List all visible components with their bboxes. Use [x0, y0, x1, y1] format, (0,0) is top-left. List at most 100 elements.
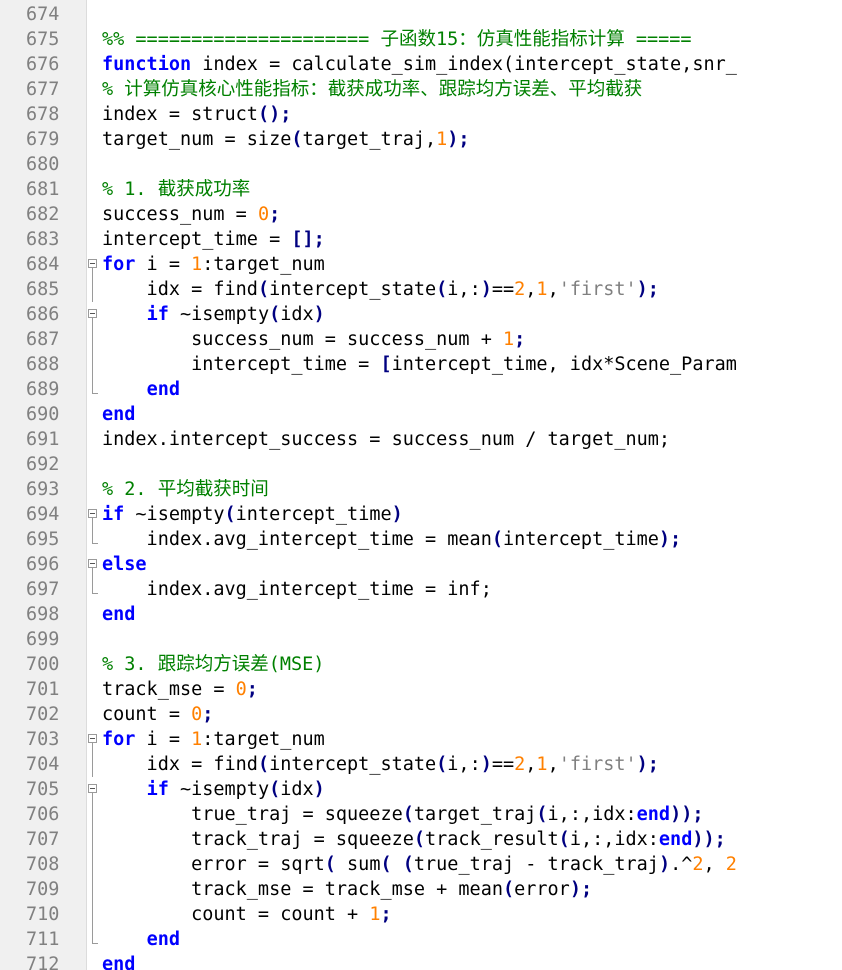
code-line[interactable]: 674 — [0, 2, 842, 27]
line-number: 677 — [26, 79, 60, 100]
fold-collapse-icon[interactable] — [86, 252, 100, 277]
code-line[interactable]: 695 index.avg_intercept_time = mean(inte… — [0, 527, 842, 552]
comment-token: % 计算仿真核心性能指标：截获成功率、跟踪均方误差、平均截获 — [102, 79, 643, 100]
line-number: 678 — [26, 104, 60, 125]
code-text: track_traj = squeeze(track_result(i,:,id… — [102, 827, 726, 852]
identifier-token: track_result — [425, 829, 559, 850]
operator-token: ) — [658, 854, 671, 875]
line-number: 698 — [26, 604, 60, 625]
code-line[interactable]: 682 success_num = 0; — [0, 202, 842, 227]
number-token: 1 — [502, 329, 515, 350]
code-text: success_num = 0; — [102, 202, 280, 227]
line-number: 712 — [26, 954, 60, 970]
code-line[interactable]: 703 for i = 1:target_num — [0, 727, 842, 752]
line-number: 703 — [26, 729, 60, 750]
line-number: 699 — [26, 629, 60, 650]
identifier-token — [102, 379, 147, 400]
line-number: 675 — [26, 29, 60, 50]
code-line[interactable]: 683 intercept_time = []; — [0, 227, 842, 252]
code-line[interactable]: 681 % 1. 截获成功率 — [0, 177, 842, 202]
code-line[interactable]: 711 end — [0, 927, 842, 952]
fold-guide-line — [86, 327, 100, 352]
code-line[interactable]: 704 idx = find(intercept_state(i,:)==2,1… — [0, 752, 842, 777]
fold-collapse-icon[interactable] — [86, 302, 100, 327]
code-line[interactable]: 687 success_num = success_num + 1; — [0, 327, 842, 352]
code-line[interactable]: 678 index = struct(); — [0, 102, 842, 127]
code-text: end — [102, 402, 135, 427]
code-line[interactable]: 701 track_mse = 0; — [0, 677, 842, 702]
code-line[interactable]: 698 end — [0, 602, 842, 627]
identifier-token: true_traj = squeeze — [102, 804, 403, 825]
operator-token: ) — [313, 779, 325, 800]
code-line[interactable]: 676 function index = calculate_sim_index(… — [0, 52, 842, 77]
line-number: 704 — [26, 754, 60, 775]
code-line[interactable]: 710 count = count + 1; — [0, 902, 842, 927]
fold-collapse-icon[interactable] — [86, 727, 100, 752]
identifier-token: track_traj = squeeze — [102, 829, 414, 850]
number-token: 2 — [692, 854, 704, 875]
line-number: 701 — [26, 679, 60, 700]
operator-token: ( — [558, 829, 570, 850]
code-text: for i = 1:target_num — [102, 252, 325, 277]
comment-token: %% ===================== 子函数15：仿真性能指标计算 … — [102, 29, 692, 50]
code-line[interactable]: 699 — [0, 627, 842, 652]
code-line[interactable]: 693 % 2. 平均截获时间 — [0, 477, 842, 502]
code-text: %% ===================== 子函数15：仿真性能指标计算 … — [102, 27, 692, 52]
keyword-token: end — [636, 804, 671, 825]
number-token: 1 — [436, 129, 448, 150]
identifier-token: , — [703, 854, 726, 875]
line-number: 709 — [26, 879, 60, 900]
line-number: 687 — [26, 329, 60, 350]
code-line[interactable]: 684 for i = 1:target_num — [0, 252, 842, 277]
code-editor[interactable]: 674 675 %% ===================== 子函数15：仿真性… — [0, 0, 842, 970]
code-line[interactable]: 690 end — [0, 402, 842, 427]
keyword-token: if — [146, 304, 169, 325]
operator-token: ( — [413, 829, 426, 850]
number-token: 1 — [191, 254, 203, 275]
operator-token: [ — [380, 354, 392, 375]
code-line[interactable]: 709 track_mse = track_mse + mean(error); — [0, 877, 842, 902]
identifier-token: track_mse = track_mse + mean — [102, 879, 503, 900]
code-text: error = sqrt( sum( (true_traj - track_tr… — [102, 852, 737, 877]
identifier-token: ~isempty — [168, 304, 270, 325]
keyword-token: end — [146, 379, 180, 400]
fold-collapse-icon[interactable] — [86, 777, 100, 802]
code-line[interactable]: 694 if ~isempty(intercept_time) — [0, 502, 842, 527]
code-line[interactable]: 702 count = 0; — [0, 702, 842, 727]
identifier-token — [102, 304, 147, 325]
code-line[interactable]: 685 idx = find(intercept_state(i,:)==2,1… — [0, 277, 842, 302]
code-line[interactable]: 708 error = sqrt( sum( (true_traj - trac… — [0, 852, 842, 877]
code-line[interactable]: 675 %% ===================== 子函数15：仿真性能指标… — [0, 27, 842, 52]
identifier-token: idx = find — [102, 754, 258, 775]
fold-collapse-icon[interactable] — [86, 552, 100, 577]
code-line[interactable]: 679 target_num = size(target_traj,1); — [0, 127, 842, 152]
code-text: % 1. 截获成功率 — [102, 177, 250, 202]
line-number: 696 — [26, 554, 60, 575]
code-line[interactable]: 692 — [0, 452, 842, 477]
code-line[interactable]: 696 else — [0, 552, 842, 577]
identifier-token: ~isempty — [168, 779, 270, 800]
code-line[interactable]: 686 if ~isempty(idx) — [0, 302, 842, 327]
code-line[interactable]: 680 — [0, 152, 842, 177]
line-number: 706 — [26, 804, 60, 825]
code-line[interactable]: 677 % 计算仿真核心性能指标：截获成功率、跟踪均方误差、平均截获 — [0, 77, 842, 102]
code-text: if ~isempty(idx) — [102, 302, 325, 327]
number-token: 0 — [257, 204, 270, 225]
code-line[interactable]: 707 track_traj = squeeze(track_result(i,… — [0, 827, 842, 852]
code-line[interactable]: 705 if ~isempty(idx) — [0, 777, 842, 802]
line-number: 700 — [26, 654, 60, 675]
code-line[interactable]: 691 index.intercept_success = success_num… — [0, 427, 842, 452]
code-line[interactable]: 712 end — [0, 952, 842, 970]
code-line[interactable]: 689 end — [0, 377, 842, 402]
identifier-token: success_num = — [102, 204, 258, 225]
number-token: 2 — [514, 279, 526, 300]
operator-token: ; — [269, 204, 281, 225]
identifier-token: i = — [135, 254, 192, 275]
code-line[interactable]: 697 index.avg_intercept_time = inf; — [0, 577, 842, 602]
code-line[interactable]: 688 intercept_time = [intercept_time, id… — [0, 352, 842, 377]
line-number: 684 — [26, 254, 60, 275]
line-number: 711 — [26, 929, 60, 950]
code-line[interactable]: 700 % 3. 跟踪均方误差(MSE) — [0, 652, 842, 677]
code-line[interactable]: 706 true_traj = squeeze(target_traj(i,:,… — [0, 802, 842, 827]
fold-collapse-icon[interactable] — [86, 502, 100, 527]
